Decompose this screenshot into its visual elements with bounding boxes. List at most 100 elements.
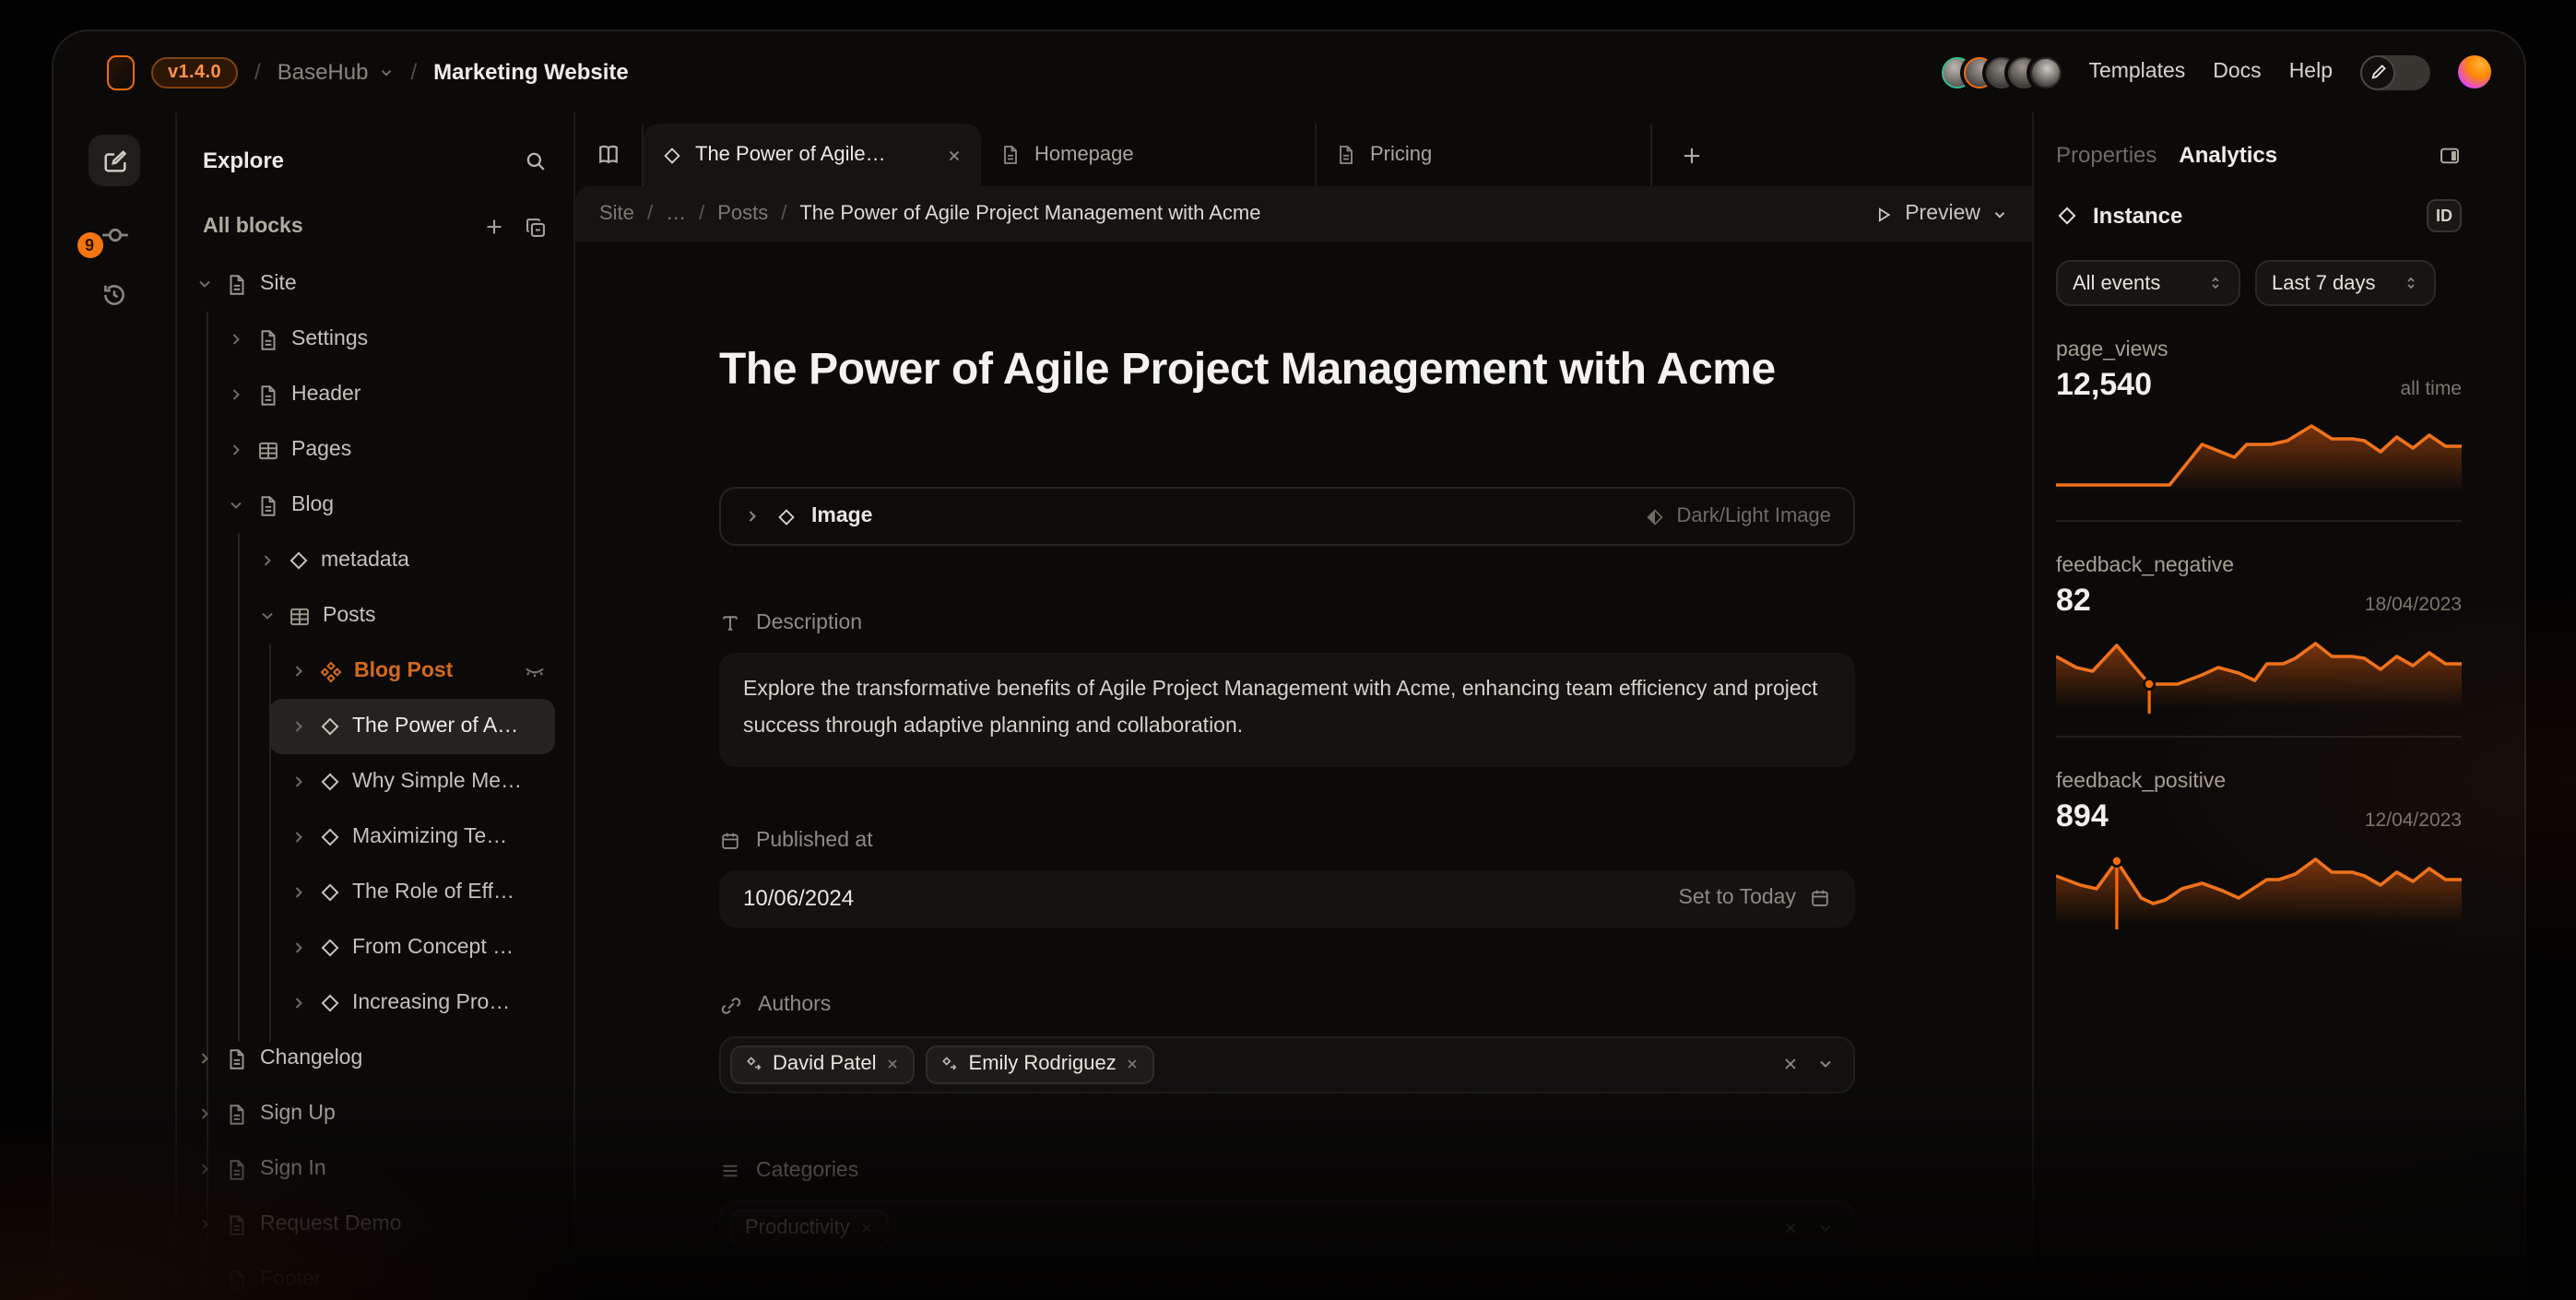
remove-chip-icon[interactable] <box>886 1057 901 1071</box>
authors-field[interactable]: David Patel Emily Rodriguez <box>719 1035 1855 1093</box>
chevron-right-icon[interactable] <box>227 330 245 349</box>
chevron-right-icon[interactable] <box>290 828 308 846</box>
tree-item-the-role-of-eff[interactable]: The Role of Eff… <box>177 865 573 920</box>
chevron-right-icon[interactable] <box>195 1049 214 1068</box>
field-controls <box>1781 1055 1835 1073</box>
org-menu[interactable]: BaseHub <box>278 59 395 85</box>
edit-mode-toggle[interactable] <box>2360 54 2430 89</box>
published-at-field[interactable]: 10/06/2024 Set to Today <box>719 869 1855 927</box>
add-block-icon[interactable] <box>483 216 505 238</box>
tree-item-label: metadata <box>321 550 409 572</box>
image-block[interactable]: Image Dark/Light Image <box>719 487 1855 546</box>
preview-button[interactable]: Preview <box>1873 203 2008 225</box>
hidden-eye-icon[interactable] <box>522 658 548 684</box>
breadcrumb-posts[interactable]: Posts <box>717 203 768 225</box>
user-avatar[interactable] <box>2458 55 2491 89</box>
diamond-icon <box>319 771 341 793</box>
tree-item-blog-post[interactable]: Blog Post <box>177 644 573 699</box>
edit-compose-button[interactable] <box>89 135 140 186</box>
tree-item-settings[interactable]: Settings <box>177 312 573 367</box>
tree-item-pages[interactable]: Pages <box>177 422 573 478</box>
tab-strip: The Power of Agile… Homepage Pricing <box>575 112 2032 186</box>
tree-item-sign-in[interactable]: Sign In <box>177 1141 573 1197</box>
chevron-right-icon[interactable] <box>743 507 762 526</box>
sparkline-chart[interactable] <box>2056 632 2462 717</box>
post-title[interactable]: The Power of Agile Project Management wi… <box>719 345 1855 396</box>
chevron-right-icon[interactable] <box>290 773 308 791</box>
chevron-right-icon[interactable] <box>290 883 308 902</box>
tree-item-header[interactable]: Header <box>177 367 573 422</box>
chevron-right-icon[interactable] <box>290 939 308 957</box>
block-tree: SiteSettingsHeaderPagesBlog metadata Posts… <box>177 256 573 1300</box>
copy-icon[interactable] <box>524 215 548 239</box>
docs-link[interactable]: Docs <box>2213 61 2261 83</box>
sparkline-chart[interactable] <box>2056 848 2462 933</box>
history-button[interactable] <box>100 280 129 310</box>
sparkline-chart[interactable] <box>2056 417 2462 502</box>
remove-chip-icon[interactable] <box>859 1221 874 1235</box>
table-icon <box>256 438 280 462</box>
description-input[interactable]: Explore the transformative benefits of A… <box>719 653 1855 766</box>
categories-field[interactable]: Productivity <box>719 1200 1855 1257</box>
chevron-right-icon[interactable] <box>195 1105 214 1123</box>
breadcrumb-site[interactable]: Site <box>599 203 634 225</box>
tree-item-blog[interactable]: Blog <box>177 478 573 533</box>
chevron-right-icon[interactable] <box>258 551 277 570</box>
library-book-icon[interactable] <box>575 124 644 186</box>
commits-button[interactable]: 9 <box>99 219 130 251</box>
collaborator-avatar[interactable] <box>2029 56 2061 88</box>
author-chip[interactable]: Emily Rodriguez <box>927 1045 1155 1083</box>
chevron-right-icon[interactable] <box>227 385 245 404</box>
close-icon[interactable] <box>946 147 963 163</box>
set-to-today-button[interactable]: Set to Today <box>1679 887 1831 909</box>
tab-properties[interactable]: Properties <box>2056 142 2157 168</box>
help-link[interactable]: Help <box>2289 61 2333 83</box>
tab-the-power-of-agile[interactable]: The Power of Agile… <box>644 124 981 186</box>
author-chip[interactable]: David Patel <box>730 1045 916 1083</box>
tree-item-maximizing-te[interactable]: Maximizing Te… <box>177 810 573 865</box>
project-name[interactable]: Marketing Website <box>433 59 629 85</box>
chevron-right-icon[interactable] <box>290 994 308 1012</box>
clear-icon[interactable] <box>1781 1219 1800 1237</box>
date-value[interactable]: 10/06/2024 <box>743 885 854 911</box>
chevron-down-icon[interactable] <box>1816 1055 1835 1073</box>
chevron-right-icon[interactable] <box>195 1215 214 1234</box>
tree-item-posts[interactable]: Posts <box>177 588 573 644</box>
chevron-right-icon[interactable] <box>290 662 308 680</box>
tree-item-sign-up[interactable]: Sign Up <box>177 1086 573 1141</box>
panel-toggle-icon[interactable] <box>2438 143 2462 167</box>
chevron-right-icon[interactable] <box>195 1270 214 1289</box>
tree-item-the-power-of-a[interactable]: The Power of A… <box>269 699 555 754</box>
tab-pricing[interactable]: Pricing <box>1317 124 1652 186</box>
chevron-right-icon[interactable] <box>290 717 308 736</box>
tree-item-from-concept[interactable]: From Concept … <box>177 920 573 975</box>
events-select[interactable]: All events <box>2056 260 2240 306</box>
play-icon <box>1873 204 1894 224</box>
tree-item-site[interactable]: Site <box>177 256 573 312</box>
clear-icon[interactable] <box>1781 1055 1800 1073</box>
breadcrumb-ellipsis[interactable]: … <box>666 203 686 225</box>
tree-item-increasing-pro[interactable]: Increasing Pro… <box>177 975 573 1031</box>
copy-id-button[interactable]: ID <box>2427 199 2462 232</box>
chevron-down-icon[interactable] <box>258 607 277 625</box>
basehub-logo-icon[interactable] <box>107 54 135 89</box>
tree-item-why-simple-me[interactable]: Why Simple Me… <box>177 754 573 810</box>
category-chip[interactable]: Productivity <box>730 1209 889 1247</box>
range-select[interactable]: Last 7 days <box>2255 260 2436 306</box>
chevron-down-icon[interactable] <box>227 496 245 514</box>
tab-analytics[interactable]: Analytics <box>2179 142 2277 168</box>
tab-homepage[interactable]: Homepage <box>981 124 1317 186</box>
chevron-down-icon[interactable] <box>1816 1219 1835 1237</box>
new-tab-button[interactable] <box>1652 124 2032 186</box>
templates-link[interactable]: Templates <box>2088 61 2185 83</box>
remove-chip-icon[interactable] <box>1126 1057 1140 1071</box>
tree-item-request-demo[interactable]: Request Demo <box>177 1197 573 1252</box>
chevron-right-icon[interactable] <box>227 441 245 459</box>
tree-item-metadata[interactable]: metadata <box>177 533 573 588</box>
version-badge[interactable]: v1.4.0 <box>151 56 238 88</box>
tree-item-changelog[interactable]: Changelog <box>177 1031 573 1086</box>
search-icon[interactable] <box>524 148 548 172</box>
chevron-right-icon[interactable] <box>195 1160 214 1178</box>
chevron-down-icon[interactable] <box>195 275 214 293</box>
tree-item-footer[interactable]: Footer <box>177 1252 573 1300</box>
